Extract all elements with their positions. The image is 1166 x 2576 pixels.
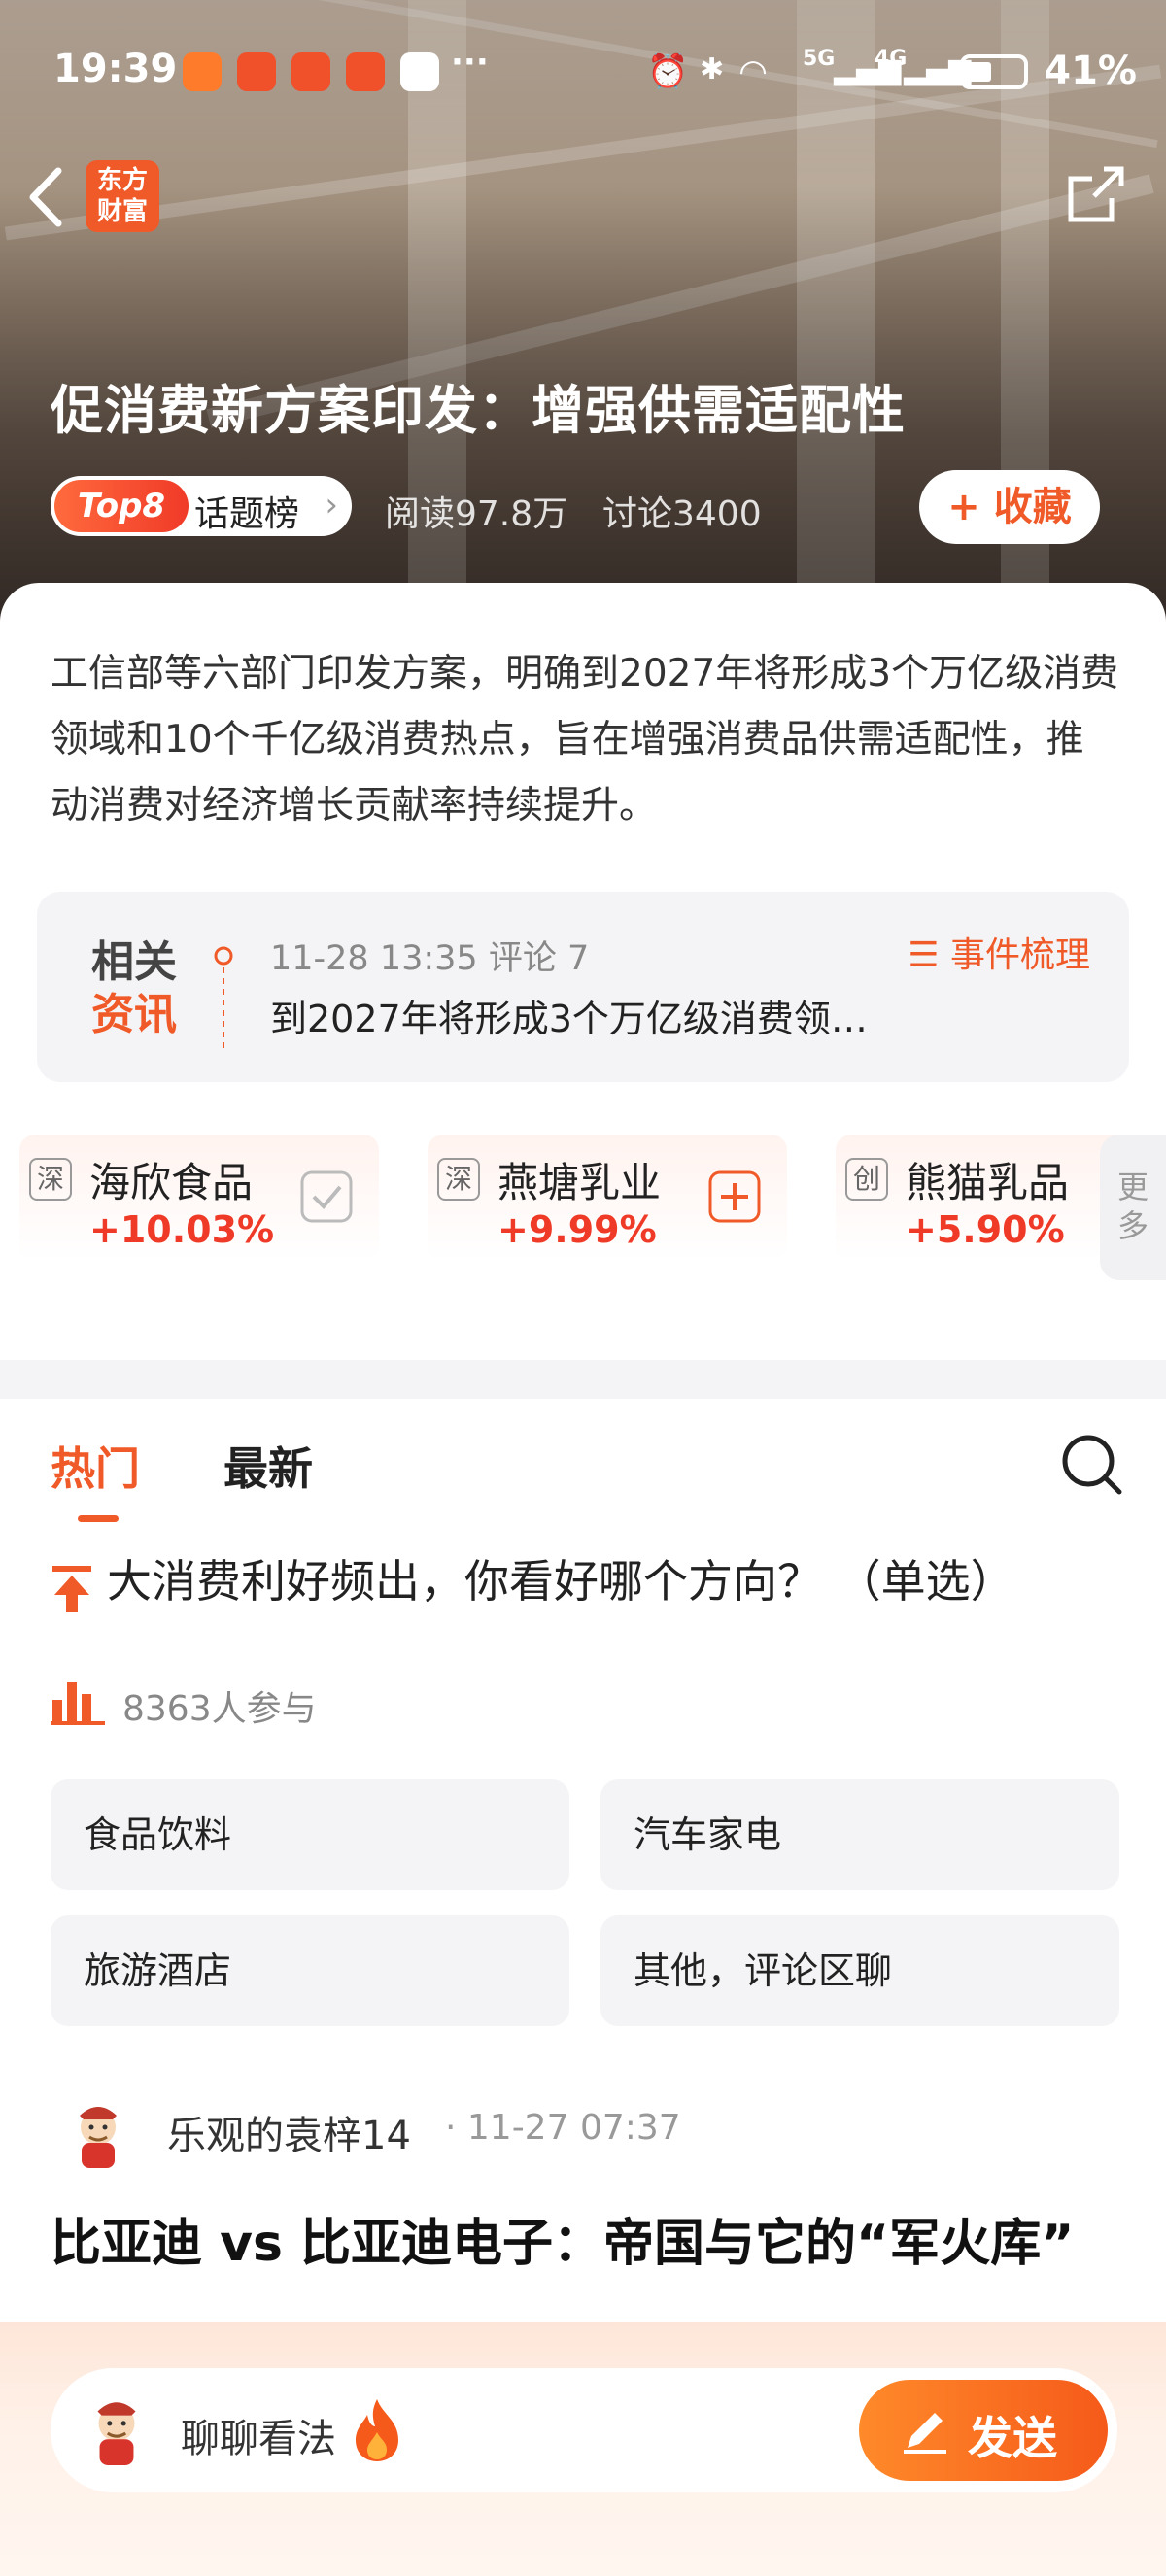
- battery-level: 41%: [1044, 49, 1137, 93]
- poll-participants: 8363人参与: [122, 1689, 317, 1729]
- stock-name: 燕塘乳业: [497, 1159, 662, 1206]
- market-tag: 创: [845, 1158, 888, 1201]
- related-news-headline: 到2027年将形成3个万亿级消费领…: [270, 998, 868, 1040]
- timeline-dot-icon: [214, 946, 233, 1051]
- active-tab-indicator: [78, 1515, 119, 1522]
- app-notification-icon: [183, 52, 222, 91]
- comment-input[interactable]: 聊聊看法 发送: [51, 2368, 1117, 2492]
- market-tag: 深: [29, 1158, 72, 1201]
- stock-change: +9.99%: [497, 1208, 657, 1251]
- comment-placeholder: 聊聊看法: [181, 2417, 336, 2461]
- post-title[interactable]: 比亚迪 vs 比亚迪电子：帝国与它的“军火库”: [51, 2205, 1119, 2283]
- stock-card[interactable]: 深 海欣食品 +10.03%: [19, 1135, 379, 1261]
- alarm-icon: ⏰: [647, 52, 689, 91]
- market-tag: 深: [437, 1158, 480, 1201]
- poll-option[interactable]: 食品饮料: [51, 1779, 569, 1890]
- pinned-top-icon: [52, 1566, 91, 1612]
- wifi-icon: ◠: [740, 52, 767, 91]
- discussion-count: 讨论3400: [602, 494, 762, 534]
- more-stocks-tab[interactable]: 更多: [1100, 1135, 1166, 1280]
- tab-latest[interactable]: 最新: [223, 1434, 313, 1498]
- poll-chart-icon: [51, 1682, 105, 1725]
- poll-option[interactable]: 旅游酒店: [51, 1915, 569, 2026]
- back-button[interactable]: [21, 163, 70, 231]
- author-avatar[interactable]: [62, 2098, 134, 2170]
- tab-hot[interactable]: 热门: [51, 1434, 140, 1498]
- battery-icon: [960, 54, 1028, 89]
- stock-name: 海欣食品: [89, 1159, 254, 1206]
- poll-option[interactable]: 汽车家电: [600, 1779, 1119, 1890]
- bluetooth-icon: ✱: [700, 52, 725, 86]
- send-label: 发送: [968, 2412, 1057, 2464]
- topic-rank-link[interactable]: Top8 话题榜 ›: [51, 476, 352, 536]
- poll-option[interactable]: 其他，评论区聊: [600, 1915, 1119, 2026]
- send-button[interactable]: 发送: [859, 2380, 1108, 2481]
- rank-label: 话题榜: [194, 494, 300, 534]
- stock-name: 熊猫乳品: [906, 1159, 1070, 1206]
- user-avatar: [97, 2402, 136, 2465]
- status-time: 19:39: [53, 47, 178, 91]
- chevron-right-icon: ›: [325, 486, 338, 525]
- related-news-meta: 11-28 13:35 评论 7: [270, 939, 590, 978]
- share-icon: [1068, 166, 1124, 222]
- stock-change: +10.03%: [89, 1208, 275, 1251]
- app-notification-icon: [292, 52, 330, 91]
- post-time: · 11-27 07:37: [445, 2108, 681, 2148]
- event-timeline-link[interactable]: ☰ 事件梳理: [908, 927, 1090, 977]
- browser-notification-icon: [400, 52, 439, 91]
- search-icon[interactable]: [1057, 1430, 1127, 1500]
- stock-card[interactable]: 深 燕塘乳业 +9.99%: [428, 1135, 787, 1261]
- app-notification-icon: [237, 52, 276, 91]
- add-watchlist-icon[interactable]: [707, 1169, 762, 1224]
- poll-title[interactable]: 大消费利好频出，你看好哪个方向？ （单选）: [107, 1550, 1079, 1612]
- logo-text-2: 财富: [96, 197, 148, 226]
- topic-summary-card: 工信部等六部门印发方案，明确到2027年将形成3个万亿级消费领域和10个千亿级消…: [0, 583, 1166, 1360]
- status-bar: 19:39 ··· ⏰ ✱ ◠ 5G ▂▄▆ 4G ▂▄▆ 41%: [0, 39, 1166, 107]
- related-badge-line2: 资讯: [91, 990, 177, 1039]
- app-logo[interactable]: 东方 财富: [86, 160, 159, 232]
- edit-pen-icon: [904, 2413, 946, 2454]
- read-count: 阅读97.8万: [385, 494, 568, 534]
- logo-text-1: 东方: [96, 166, 148, 195]
- related-news-card[interactable]: 相关 资讯 11-28 13:35 评论 7 到2027年将形成3个万亿级消费领…: [37, 892, 1129, 1082]
- stock-change: +5.90%: [906, 1208, 1065, 1251]
- signal-4g-label: 4G: [874, 47, 908, 71]
- favorite-button[interactable]: + 收藏: [919, 470, 1100, 544]
- related-news-badge: 相关 资讯: [91, 936, 189, 1041]
- app-notification-icon: [346, 52, 385, 91]
- more-notifications-icon: ···: [451, 43, 489, 82]
- post-author[interactable]: 乐观的袁梓14: [167, 2104, 411, 2160]
- related-badge-line1: 相关: [91, 937, 177, 987]
- topic-summary: 工信部等六部门印发方案，明确到2027年将形成3个万亿级消费领域和10个千亿级消…: [51, 652, 1119, 828]
- topic-hero-banner: 19:39 ··· ⏰ ✱ ◠ 5G ▂▄▆ 4G ▂▄▆ 41% 东方 财富: [0, 0, 1166, 622]
- comment-composer-bar: 聊聊看法 发送: [0, 2322, 1166, 2576]
- share-button[interactable]: [1065, 163, 1127, 225]
- topic-title: 促消费新方案印发：增强供需适配性: [51, 380, 906, 441]
- added-check-icon[interactable]: [299, 1169, 354, 1224]
- related-stocks: 深 海欣食品 +10.03% 深 燕塘乳业 +9.99% 创 熊猫乳品 +5.9…: [0, 1135, 1166, 1280]
- more-stocks-label: 更多: [1116, 1169, 1149, 1244]
- rank-badge: Top8: [54, 480, 189, 532]
- signal-5g-label: 5G: [803, 47, 836, 71]
- chevron-left-icon: [29, 167, 62, 227]
- fire-icon: [356, 2399, 398, 2461]
